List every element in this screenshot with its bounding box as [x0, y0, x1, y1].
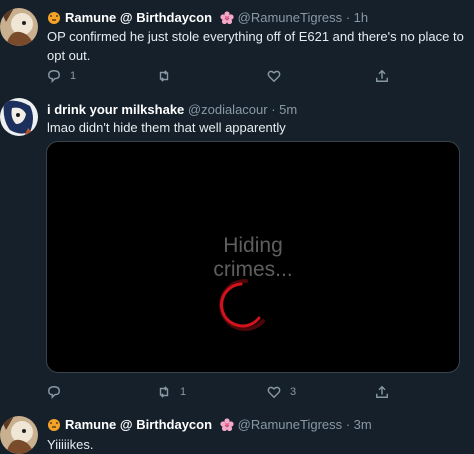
like-icon — [267, 386, 281, 399]
avatar[interactable] — [0, 98, 38, 136]
tweet-text: OP confirmed he just stole everything of… — [47, 29, 464, 63]
share-icon — [376, 69, 388, 82]
like-count: 3 — [290, 386, 297, 398]
cherry-blossom-icon — [220, 418, 234, 432]
avatar[interactable] — [0, 416, 38, 454]
tweet-header: i drink your milkshake @zodialacour · 5m — [47, 102, 297, 118]
tweet-1[interactable]: Ramune @ Birthdaycon @RamuneTigress · 1h… — [0, 0, 474, 92]
retweet-count: 1 — [180, 386, 187, 398]
tweet-3[interactable]: Ramune @ Birthdaycon @RamuneTigress · 3m… — [0, 410, 474, 454]
tweet-text: lmao didn't hide them that well apparent… — [47, 120, 286, 135]
like-button[interactable] — [267, 67, 281, 85]
tweet-header: Ramune @ Birthdaycon @RamuneTigress · 1h — [47, 10, 368, 26]
tiger-emoji-icon — [47, 418, 61, 431]
tiger-emoji-icon — [47, 11, 61, 24]
display-name[interactable]: Ramune @ Birthdaycon — [65, 417, 212, 432]
share-icon — [376, 385, 388, 398]
overlay-line-1: Hiding — [223, 234, 283, 257]
retweet-icon — [159, 386, 169, 398]
cherry-blossom-icon — [220, 11, 234, 25]
share-button[interactable] — [375, 67, 389, 85]
display-name[interactable]: i drink your milkshake — [47, 102, 184, 117]
display-name[interactable]: Ramune @ Birthdaycon — [65, 10, 212, 25]
tweet-text: Yiiiiikes. — [47, 437, 94, 452]
like-icon — [267, 70, 281, 83]
tweet-header: Ramune @ Birthdaycon @RamuneTigress · 3m — [47, 417, 372, 433]
share-button[interactable] — [375, 383, 389, 401]
reply-icon — [48, 70, 60, 83]
reply-count: 1 — [70, 70, 77, 82]
reply-button[interactable] — [47, 383, 70, 401]
tweet-actions: 1 3 — [47, 383, 447, 401]
reply-icon — [48, 386, 60, 399]
video-player[interactable]: Hiding crimes... — [46, 141, 460, 373]
handle-and-time[interactable]: @RamuneTigress · 1h — [238, 10, 368, 25]
retweet-button[interactable] — [157, 67, 171, 85]
handle-and-time[interactable]: @RamuneTigress · 3m — [238, 417, 372, 432]
like-button[interactable]: 3 — [267, 383, 296, 401]
retweet-button[interactable]: 1 — [157, 383, 186, 401]
reply-button[interactable]: 1 — [47, 67, 76, 85]
tweet-actions: 1 — [47, 67, 447, 85]
loading-spinner-icon — [219, 278, 265, 331]
avatar[interactable] — [0, 8, 38, 46]
handle-and-time[interactable]: @zodialacour · 5m — [188, 102, 297, 117]
retweet-icon — [159, 70, 169, 82]
